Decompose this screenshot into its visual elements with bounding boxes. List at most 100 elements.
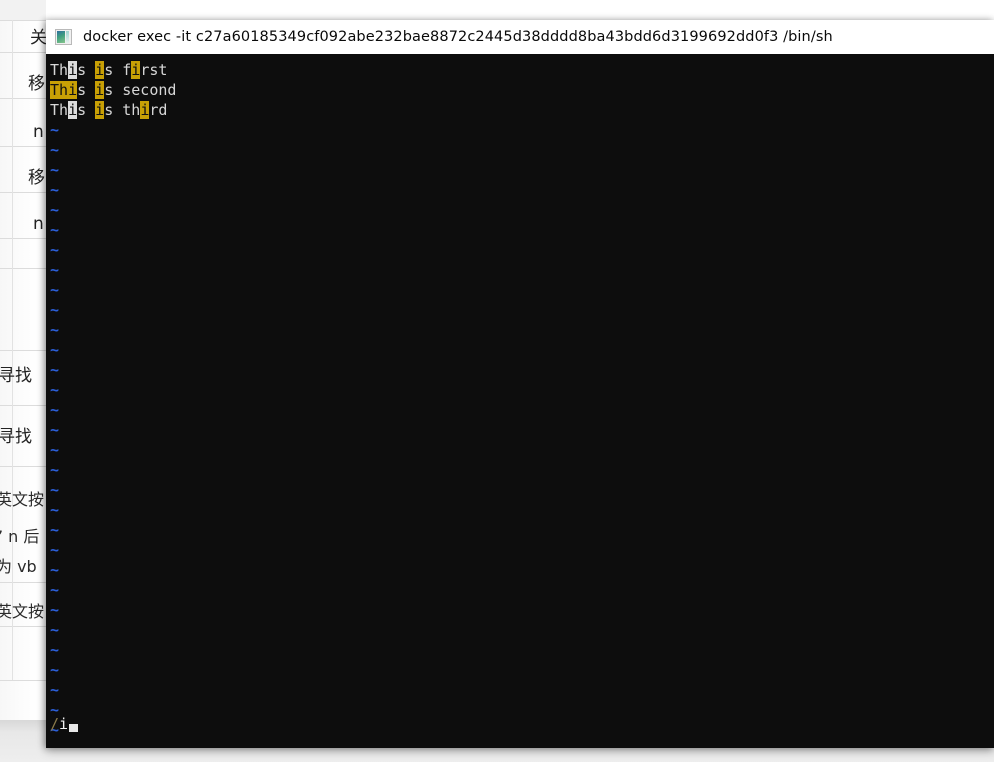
terminal-text: s [77,61,96,79]
terminal-text: s second [104,81,177,99]
table-row-divider [0,268,46,269]
terminal-text: Th [50,61,69,79]
background-header-strip [0,0,46,20]
table-cell-text: ’ n 后 [0,527,40,546]
tilde-icon: ~ [50,561,60,579]
terminal-text: Th [50,101,69,119]
text-cursor [69,724,79,732]
tilde-icon: ~ [50,261,60,279]
table-row-divider [0,466,46,467]
tilde-icon: ~ [50,661,60,679]
table-cell-text: 移 [28,74,45,94]
table-row-divider [0,582,46,583]
table-row-divider [0,20,46,21]
vim-empty-line-marker: ~ [48,160,994,180]
vim-empty-line-marker: ~ [48,480,994,500]
vim-empty-line-marker: ~ [48,520,994,540]
tilde-icon: ~ [50,581,60,599]
tilde-icon: ~ [50,341,60,359]
vim-empty-line-marker: ~ [48,260,994,280]
vim-empty-line-marker: ~ [48,440,994,460]
vim-empty-line-marker: ~ [48,140,994,160]
tilde-icon: ~ [50,541,60,559]
terminal-text-line: This is second [48,80,994,100]
tilde-icon: ~ [50,121,60,139]
terminal-text-line: This is first [48,60,994,80]
terminal-text: s f [104,61,132,79]
vim-empty-line-marker: ~ [48,540,994,560]
search-match: i [131,61,141,79]
table-cell-text: 寻找 [0,366,32,386]
tilde-icon: ~ [50,321,60,339]
table-cell-text: 关 [30,28,46,48]
vim-empty-line-marker: ~ [48,400,994,420]
tilde-icon: ~ [50,361,60,379]
table-row-divider [0,626,46,627]
search-prompt-slash: / [50,715,60,733]
vim-empty-line-marker: ~ [48,680,994,700]
search-match: i [95,81,105,99]
tilde-icon: ~ [50,501,60,519]
search-match: i [68,81,78,99]
table-row-divider [0,146,46,147]
table-cell-text: 为 vb [0,557,37,576]
tilde-icon: ~ [50,401,60,419]
tilde-icon: ~ [50,681,60,699]
tilde-icon: ~ [50,221,60,239]
search-match: i [95,61,105,79]
console-app-icon-right [66,30,69,43]
screen: 关 移 n 移 n 寻找 寻找 英文按 ’ n 后 为 vb 英文按 docke… [0,0,994,762]
terminal-text: s [77,81,96,99]
terminal-text-line: This is third [48,100,994,120]
vim-empty-line-marker: ~ [48,360,994,380]
vim-empty-line-marker: ~ [48,380,994,400]
table-row-divider [0,98,46,99]
tilde-icon: ~ [50,481,60,499]
table-cell-text: 英文按 [0,490,45,509]
console-app-icon-left [57,30,65,43]
table-row-divider [0,238,46,239]
tilde-icon: ~ [50,201,60,219]
tilde-icon: ~ [50,641,60,659]
vim-empty-line-marker: ~ [48,660,994,680]
search-match-current: i [68,101,78,119]
vim-empty-line-marker: ~ [48,280,994,300]
vim-empty-line-marker: ~ [48,640,994,660]
vim-empty-line-marker: ~ [48,240,994,260]
vim-empty-line-marker: ~ [48,460,994,480]
table-cell-text: 寻找 [0,427,32,447]
vim-empty-line-marker: ~ [48,120,994,140]
vim-empty-line-marker: ~ [48,600,994,620]
table-cell-text: n [33,122,44,142]
tilde-icon: ~ [50,521,60,539]
tilde-icon: ~ [50,601,60,619]
vim-empty-line-marker: ~ [48,500,994,520]
tilde-icon: ~ [50,461,60,479]
table-cell-text: 英文按 [0,602,45,621]
vim-empty-line-marker: ~ [48,700,994,720]
vim-empty-line-marker: ~ [48,180,994,200]
tilde-icon: ~ [50,301,60,319]
terminal-lines: This is first This is second This is third… [48,60,994,740]
vim-empty-line-marker: ~ [48,220,994,240]
tilde-icon: ~ [50,181,60,199]
tilde-icon: ~ [50,421,60,439]
search-match: i [140,101,150,119]
terminal-text: s th [104,101,141,119]
vim-search-prompt[interactable]: / i [50,714,79,734]
table-row-divider [0,680,46,681]
tilde-icon: ~ [50,241,60,259]
tilde-icon: ~ [50,621,60,639]
console-window[interactable]: docker exec -it c27a60185349cf092abe232b… [46,20,994,748]
vim-empty-line-marker: ~ [48,560,994,580]
table-row-divider [0,192,46,193]
window-titlebar[interactable]: docker exec -it c27a60185349cf092abe232b… [46,20,994,54]
vim-empty-line-marker: ~ [48,720,994,740]
table-row-divider [0,405,46,406]
terminal-output[interactable]: This is first This is second This is third… [46,54,994,748]
search-match: i [95,101,105,119]
table-row-divider [0,350,46,351]
table-cell-text: n [33,214,44,234]
tilde-icon: ~ [50,141,60,159]
search-query-text: i [59,715,69,733]
